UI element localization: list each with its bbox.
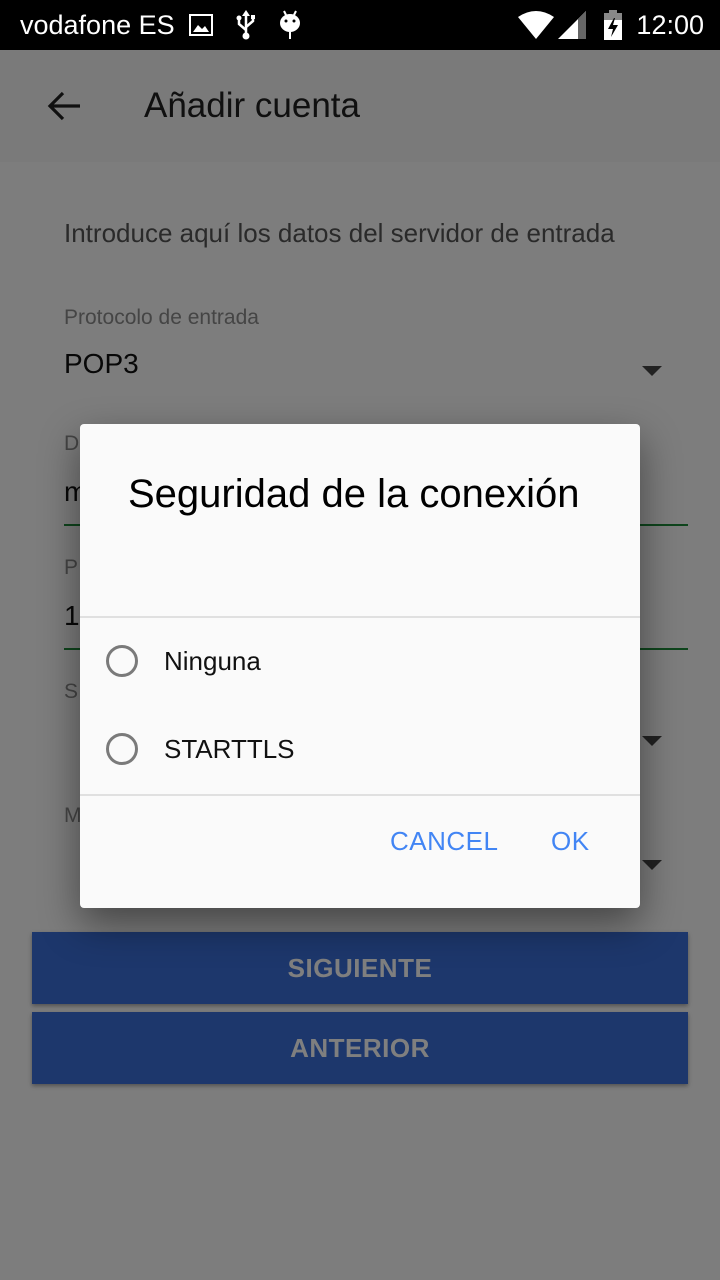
option-label: STARTTLS — [164, 733, 295, 764]
option-none[interactable]: Ninguna — [80, 617, 640, 705]
carrier-name: vodafone ES — [20, 9, 175, 40]
status-bar: vodafone ES 12:00 — [0, 0, 720, 50]
clock: 12:00 — [636, 9, 704, 40]
signal-icon — [558, 10, 587, 40]
option-starttls[interactable]: STARTTLS — [80, 705, 640, 793]
android-debug-icon — [279, 10, 301, 40]
dialog-title: Seguridad de la conexión — [128, 472, 580, 516]
wifi-icon — [518, 10, 555, 40]
dialog-divider — [80, 794, 640, 796]
usb-icon — [235, 10, 257, 40]
cancel-button[interactable]: CANCEL — [390, 826, 498, 857]
battery-charging-icon — [604, 10, 623, 40]
radio-unchecked-icon[interactable] — [106, 733, 138, 765]
radio-unchecked-icon[interactable] — [106, 645, 138, 677]
option-label: Ninguna — [164, 645, 261, 676]
ok-button[interactable]: OK — [551, 826, 590, 857]
image-icon — [188, 10, 213, 40]
connection-security-dialog: Seguridad de la conexión Ninguna STARTTL… — [80, 424, 640, 908]
